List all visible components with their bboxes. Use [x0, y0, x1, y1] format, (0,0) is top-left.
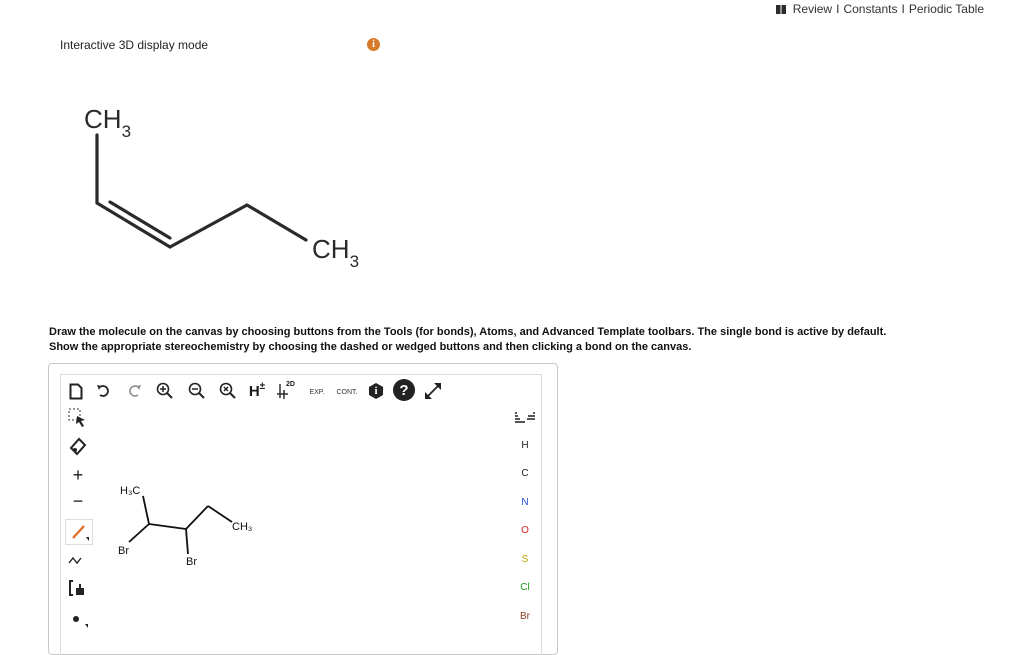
expand-label: EXP. — [309, 388, 325, 396]
expand-button[interactable]: EXP. — [305, 382, 329, 402]
contract-button[interactable]: CONT. — [333, 382, 361, 402]
canvas-br-label-1: Br — [118, 545, 129, 557]
atom-chlorine[interactable]: Cl — [519, 582, 531, 593]
zoom-reset-icon[interactable] — [218, 381, 238, 401]
molecule-editor: H ± 2D EXP. CONT. i ? + − H C N O S Cl B… — [48, 363, 558, 655]
hydrogen-toggle-label: H — [248, 382, 260, 400]
charge-minus-tool[interactable]: − — [65, 489, 91, 513]
nav-separator: I — [836, 2, 840, 16]
review-link[interactable]: Review — [793, 2, 832, 16]
template-tool[interactable] — [65, 576, 91, 600]
help-icon[interactable]: ? — [393, 379, 415, 401]
bond-double-a — [95, 201, 172, 249]
top-navigation: Review I Constants I Periodic Table — [775, 2, 984, 16]
canvas-bond-1 — [142, 495, 150, 525]
canvas-bond-5 — [185, 505, 209, 530]
atom-carbon[interactable]: C — [519, 468, 531, 479]
select-tool[interactable] — [65, 406, 91, 430]
display-mode-label: Interactive 3D display mode — [60, 38, 209, 52]
redo-icon[interactable] — [125, 382, 143, 400]
canvas-bond-6 — [207, 505, 233, 523]
undo-icon[interactable] — [95, 382, 113, 400]
atom-bromine[interactable]: Br — [519, 611, 531, 622]
contract-label: CONT. — [336, 388, 358, 396]
atom-tool[interactable] — [65, 607, 91, 631]
info-hexagon-glyph: i — [374, 385, 378, 397]
top-ch3-label: CH3 — [84, 104, 131, 141]
chain-tool[interactable] — [65, 548, 91, 572]
charge-minus-label: − — [72, 490, 84, 511]
bond-fall — [245, 203, 308, 242]
charge-plus-tool[interactable]: + — [65, 463, 91, 487]
fullscreen-icon[interactable] — [422, 380, 444, 402]
atom-sulfur[interactable]: S — [519, 554, 531, 565]
canvas-h3c-label: H₃C — [120, 485, 140, 497]
instructions-line-1: Draw the molecule on the canvas by choos… — [49, 326, 887, 338]
periodic-grid-icon[interactable] — [515, 410, 535, 426]
info-icon[interactable]: i — [367, 38, 380, 51]
instructions-line-2: Show the appropriate stereochemistry by … — [49, 341, 692, 353]
atom-nitrogen[interactable]: N — [519, 497, 531, 508]
canvas-ch3-label: CH₃ — [232, 521, 252, 533]
constants-link[interactable]: Constants — [843, 2, 897, 16]
info-hexagon-icon[interactable]: i — [366, 381, 386, 401]
help-glyph: ? — [399, 381, 409, 399]
clean-2d-button[interactable]: 2D — [275, 380, 297, 402]
instructions: Draw the molecule on the canvas by choos… — [49, 325, 1009, 355]
bond-rise — [168, 203, 249, 249]
canvas-molecule: H₃C CH₃ Br Br — [118, 485, 252, 568]
charge-plus-label: + — [72, 464, 84, 485]
canvas-br-label-2: Br — [186, 556, 197, 568]
atom-hydrogen[interactable]: H — [519, 440, 531, 451]
single-bond-tool[interactable] — [65, 519, 93, 545]
nav-separator: I — [901, 2, 905, 16]
canvas-bond-4 — [185, 528, 189, 555]
periodic-table-link[interactable]: Periodic Table — [909, 2, 984, 16]
canvas-bond-3 — [148, 523, 187, 530]
book-icon — [775, 4, 786, 14]
hydrogen-toggle-sup: ± — [259, 380, 266, 392]
new-document-icon[interactable] — [67, 381, 85, 401]
molecule-structure: CH3 CH3 — [84, 104, 359, 271]
zoom-in-icon[interactable] — [155, 381, 175, 401]
bond-double-b — [108, 200, 172, 240]
atom-oxygen[interactable]: O — [519, 525, 531, 536]
hydrogen-toggle-button[interactable]: H ± — [246, 380, 268, 402]
canvas-bond-2 — [128, 523, 150, 543]
zoom-out-icon[interactable] — [187, 381, 207, 401]
clean-2d-label: 2D — [286, 381, 295, 388]
eraser-tool[interactable] — [65, 434, 91, 458]
right-ch3-label: CH3 — [312, 234, 359, 271]
